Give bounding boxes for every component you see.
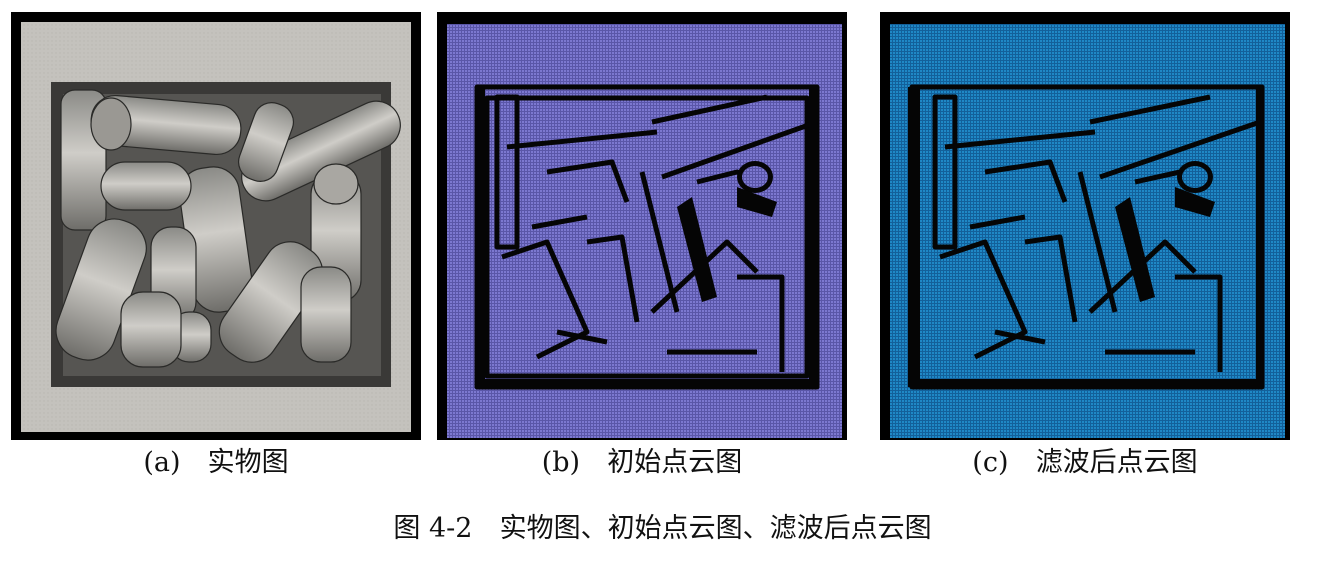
subcaption-c-label: (c) bbox=[972, 447, 1009, 478]
figure-caption: 图 4-2 实物图、初始点云图、滤波后点云图 bbox=[0, 512, 1325, 546]
initial-point-cloud-image bbox=[447, 24, 842, 438]
figure-caption-text: 实物图、初始点云图、滤波后点云图 bbox=[499, 513, 932, 544]
photo-panel bbox=[11, 12, 421, 440]
photo-image bbox=[21, 22, 411, 432]
filtered-point-cloud-image bbox=[890, 24, 1285, 438]
subcaption-a-title: 实物图 bbox=[207, 447, 289, 478]
subcaption-c-title: 滤波后点云图 bbox=[1035, 447, 1198, 478]
subcaption-b-label: (b) bbox=[541, 447, 581, 478]
subcaption-b: (b) 初始点云图 bbox=[437, 446, 847, 480]
subcaption-b-title: 初始点云图 bbox=[607, 447, 743, 478]
subcaption-c: (c) 滤波后点云图 bbox=[880, 446, 1290, 480]
subcaption-a-label: (a) bbox=[143, 447, 181, 478]
figure-number: 图 4-2 bbox=[393, 513, 473, 544]
filtered-point-cloud-panel bbox=[880, 12, 1290, 440]
subcaption-a: (a) 实物图 bbox=[11, 446, 421, 480]
initial-point-cloud-panel bbox=[437, 12, 847, 440]
